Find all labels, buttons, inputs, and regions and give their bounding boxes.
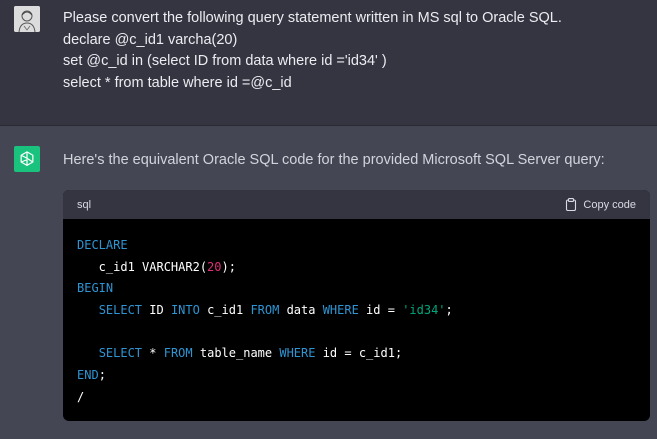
- code-line: BEGIN: [77, 278, 636, 300]
- code-token: id = c_id1;: [315, 346, 403, 361]
- code-token: );: [221, 259, 236, 274]
- code-token: 20: [207, 259, 222, 274]
- user-message-line: declare @c_id1 varcha(20): [63, 31, 238, 48]
- user-message-line: Please convert the following query state…: [63, 10, 562, 26]
- code-line: SELECT * FROM table_name WHERE id = c_id…: [77, 343, 636, 365]
- code-body: DECLARE c_id1 VARCHAR2(20); BEGIN SELECT…: [63, 219, 650, 421]
- code-token: WHERE: [322, 303, 359, 318]
- code-token: END: [77, 368, 99, 383]
- code-token: 'id34': [402, 303, 446, 318]
- user-message-line: select * from table where id =@c_id: [63, 74, 292, 91]
- assistant-message: Here's the equivalent Oracle SQL code fo…: [0, 126, 657, 439]
- assistant-message-text: Here's the equivalent Oracle SQL code fo…: [63, 152, 605, 168]
- code-token: DECLARE: [77, 238, 128, 252]
- code-token: INTO: [170, 303, 200, 318]
- code-token: ID: [142, 303, 171, 318]
- copy-code-label: Copy code: [583, 198, 636, 211]
- code-token: BEGIN: [77, 281, 114, 296]
- code-token: WHERE: [279, 346, 316, 361]
- code-line: c_id1 VARCHAR2(20);: [77, 257, 636, 279]
- user-message: Please convert the following query state…: [0, 0, 657, 126]
- code-token: SELECT: [98, 346, 143, 361]
- user-message-text: Please convert the following query state…: [63, 8, 643, 94]
- code-token: table_name: [192, 346, 280, 361]
- code-token: c_id1 VARCHAR2(: [77, 259, 208, 274]
- code-token: FROM: [163, 346, 193, 361]
- user-message-line: set @c_id in (select ID from data where …: [63, 53, 387, 69]
- openai-logo-icon: [20, 151, 34, 166]
- code-line: SELECT ID INTO c_id1 FROM data WHERE id …: [77, 300, 636, 322]
- code-token: SELECT: [98, 303, 143, 318]
- code-token: ;: [445, 303, 453, 318]
- code-token: id =: [358, 303, 403, 318]
- user-avatar: [14, 6, 40, 32]
- user-avatar-icon: [14, 6, 40, 32]
- clipboard-icon: [566, 198, 577, 211]
- code-header: sql Copy code: [63, 190, 650, 219]
- code-language-label: sql: [77, 198, 92, 211]
- code-line: DECLARE: [77, 235, 636, 257]
- code-token: c_id1: [199, 303, 251, 318]
- copy-code-button[interactable]: Copy code: [565, 198, 636, 211]
- code-token: *: [142, 346, 164, 361]
- assistant-avatar: [14, 146, 40, 172]
- code-line: /: [77, 387, 636, 409]
- code-token: /: [77, 389, 85, 404]
- code-block: sql Copy code DECLARE c_id1 VARCHAR2(20)…: [63, 190, 650, 421]
- code-line: END;: [77, 365, 636, 387]
- code-token: data: [279, 303, 323, 318]
- code-token: FROM: [250, 303, 280, 318]
- code-token: ;: [98, 368, 106, 383]
